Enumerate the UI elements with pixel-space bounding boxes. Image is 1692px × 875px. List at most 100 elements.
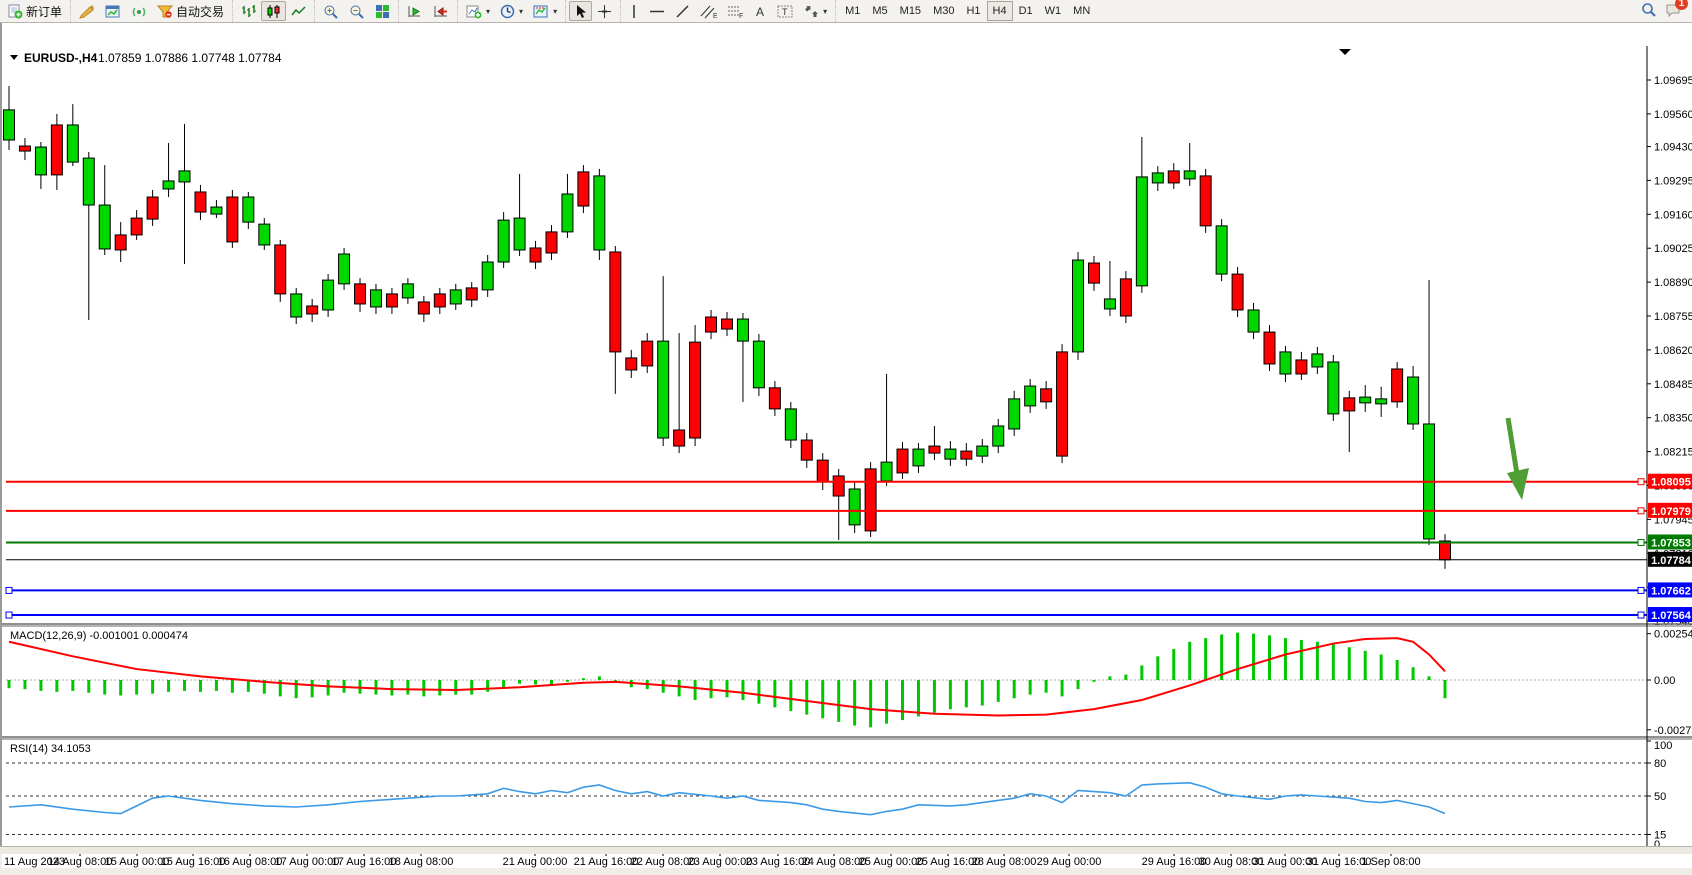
current-price-badge: 1.07784 xyxy=(1651,555,1692,567)
timeframe-button-m5[interactable]: M5 xyxy=(866,1,893,21)
svg-text:22 Aug 08:00: 22 Aug 08:00 xyxy=(631,856,696,868)
svg-text:16 Aug 08:00: 16 Aug 08:00 xyxy=(218,856,283,868)
chevron-down-icon: ▾ xyxy=(486,7,490,16)
auto-scroll-icon xyxy=(407,4,423,19)
zoom-in-icon xyxy=(323,4,339,19)
indicators-button[interactable]: ▾ xyxy=(461,1,495,21)
candlestick-icon xyxy=(266,4,281,19)
main-toolbar: 新订单 自动交易 xyxy=(0,0,1692,23)
auto-scroll-button[interactable] xyxy=(402,1,428,21)
metaeditor-button[interactable] xyxy=(74,1,100,21)
notifications-button[interactable]: 1 xyxy=(1665,2,1682,21)
zoom-out-icon xyxy=(349,4,365,19)
trendline-icon xyxy=(675,4,690,19)
svg-text:50: 50 xyxy=(1654,791,1666,803)
svg-text:1.09295: 1.09295 xyxy=(1654,175,1692,187)
timeframe-button-mn[interactable]: MN xyxy=(1067,1,1096,21)
ohlc-bars-icon xyxy=(241,4,256,19)
svg-text:23 Aug 00:00: 23 Aug 00:00 xyxy=(688,856,753,868)
svg-text:1.09160: 1.09160 xyxy=(1654,209,1692,221)
zoom-out-button[interactable] xyxy=(344,1,370,21)
crosshair-icon xyxy=(597,4,612,19)
svg-text:1.07564: 1.07564 xyxy=(1651,610,1692,622)
svg-text:1.08350: 1.08350 xyxy=(1654,413,1692,425)
crayon-icon xyxy=(79,4,95,19)
periods-button[interactable]: ▾ xyxy=(495,1,528,21)
svg-text:1.08620: 1.08620 xyxy=(1654,345,1692,357)
signal-icon xyxy=(131,4,147,19)
svg-text:0.00: 0.00 xyxy=(1654,675,1675,687)
svg-text:1.08890: 1.08890 xyxy=(1654,277,1692,289)
svg-text:17 Aug 16:00: 17 Aug 16:00 xyxy=(332,856,397,868)
timeframe-button-m30[interactable]: M30 xyxy=(927,1,960,21)
vertical-line-tool-button[interactable] xyxy=(624,1,644,21)
chart-shift-button[interactable] xyxy=(428,1,454,21)
timeframe-button-m1[interactable]: M1 xyxy=(839,1,866,21)
svg-text:1.09430: 1.09430 xyxy=(1654,142,1692,154)
horizontal-line-tool-button[interactable] xyxy=(644,1,670,21)
svg-text:15 Aug 16:00: 15 Aug 16:00 xyxy=(161,856,226,868)
text-tool-button[interactable]: A xyxy=(749,1,772,21)
timeframe-button-w1[interactable]: W1 xyxy=(1039,1,1068,21)
zoom-in-button[interactable] xyxy=(318,1,344,21)
trendline-tool-button[interactable] xyxy=(670,1,695,21)
svg-text:14 Aug 08:00: 14 Aug 08:00 xyxy=(48,856,113,868)
timeframe-button-m15[interactable]: M15 xyxy=(894,1,927,21)
chart-window-icon xyxy=(105,4,121,19)
new-order-icon xyxy=(8,4,23,19)
autotrading-button[interactable]: 自动交易 xyxy=(152,1,229,21)
new-order-button[interactable]: 新订单 xyxy=(3,1,67,21)
chevron-down-icon: ▾ xyxy=(823,7,827,16)
autotrading-label: 自动交易 xyxy=(176,3,224,20)
search-icon[interactable] xyxy=(1641,2,1657,21)
fibonacci-icon: F xyxy=(727,4,744,19)
chart-window[interactable]: 1.09695 1.09560 1.09430 1.09295 1.09160 1.090… xyxy=(0,22,1692,846)
signals-button[interactable] xyxy=(126,1,152,21)
candlestick-mode-button[interactable] xyxy=(261,1,286,21)
line-chart-mode-button[interactable] xyxy=(286,1,311,21)
notification-badge: 1 xyxy=(1675,0,1688,10)
eurusd-h4-chart-canvas[interactable]: 1.09695 1.09560 1.09430 1.09295 1.09160 1.090… xyxy=(2,22,1692,875)
svg-text:1.08215: 1.08215 xyxy=(1654,447,1692,459)
timeframe-button-d1[interactable]: D1 xyxy=(1013,1,1039,21)
svg-text:A: A xyxy=(756,5,764,19)
svg-text:25 Aug 00:00: 25 Aug 00:00 xyxy=(859,856,924,868)
templates-button[interactable]: ▾ xyxy=(528,1,562,21)
cursor-tool-button[interactable] xyxy=(569,1,592,21)
arrows-tool-button[interactable]: ▾ xyxy=(799,1,832,21)
svg-text:1.09025: 1.09025 xyxy=(1654,243,1692,255)
bar-chart-mode-button[interactable] xyxy=(236,1,261,21)
svg-text:EURUSD-,H4: EURUSD-,H4 xyxy=(24,51,98,65)
chevron-down-icon: ▾ xyxy=(519,7,523,16)
indicators-icon xyxy=(466,4,482,19)
tile-windows-icon xyxy=(375,4,390,19)
svg-text:F: F xyxy=(739,13,743,19)
fibonacci-tool-button[interactable]: F xyxy=(722,1,749,21)
svg-text:24 Aug 08:00: 24 Aug 08:00 xyxy=(802,856,867,868)
svg-text:E: E xyxy=(713,13,717,19)
svg-text:29 Aug 00:00: 29 Aug 00:00 xyxy=(1037,856,1102,868)
svg-text:1.09560: 1.09560 xyxy=(1654,109,1692,121)
svg-text:80: 80 xyxy=(1654,758,1666,770)
channel-tool-button[interactable]: E xyxy=(695,1,722,21)
svg-text:17 Aug 00:00: 17 Aug 00:00 xyxy=(275,856,340,868)
timeframe-button-h4[interactable]: H4 xyxy=(987,1,1013,21)
tile-windows-button[interactable] xyxy=(370,1,395,21)
svg-text:18 Aug 08:00: 18 Aug 08:00 xyxy=(389,856,454,868)
svg-text:-0.002733: -0.002733 xyxy=(1654,725,1692,737)
svg-text:1.07662: 1.07662 xyxy=(1651,585,1691,597)
svg-text:1.08485: 1.08485 xyxy=(1654,379,1692,391)
clock-icon xyxy=(500,4,515,19)
svg-text:1.08095: 1.08095 xyxy=(1651,477,1691,489)
arrows-icon xyxy=(804,4,819,19)
text-a-icon: A xyxy=(754,4,767,19)
svg-text:100: 100 xyxy=(1654,740,1672,752)
timeframe-button-h1[interactable]: H1 xyxy=(960,1,986,21)
svg-text:21 Aug 00:00: 21 Aug 00:00 xyxy=(503,856,568,868)
line-chart-icon xyxy=(291,4,306,19)
svg-text:29 Aug 16:00: 29 Aug 16:00 xyxy=(1142,856,1207,868)
new-chart-button[interactable] xyxy=(100,1,126,21)
svg-text:1.09695: 1.09695 xyxy=(1654,75,1692,87)
text-label-tool-button[interactable]: T xyxy=(772,1,799,21)
crosshair-tool-button[interactable] xyxy=(592,1,617,21)
